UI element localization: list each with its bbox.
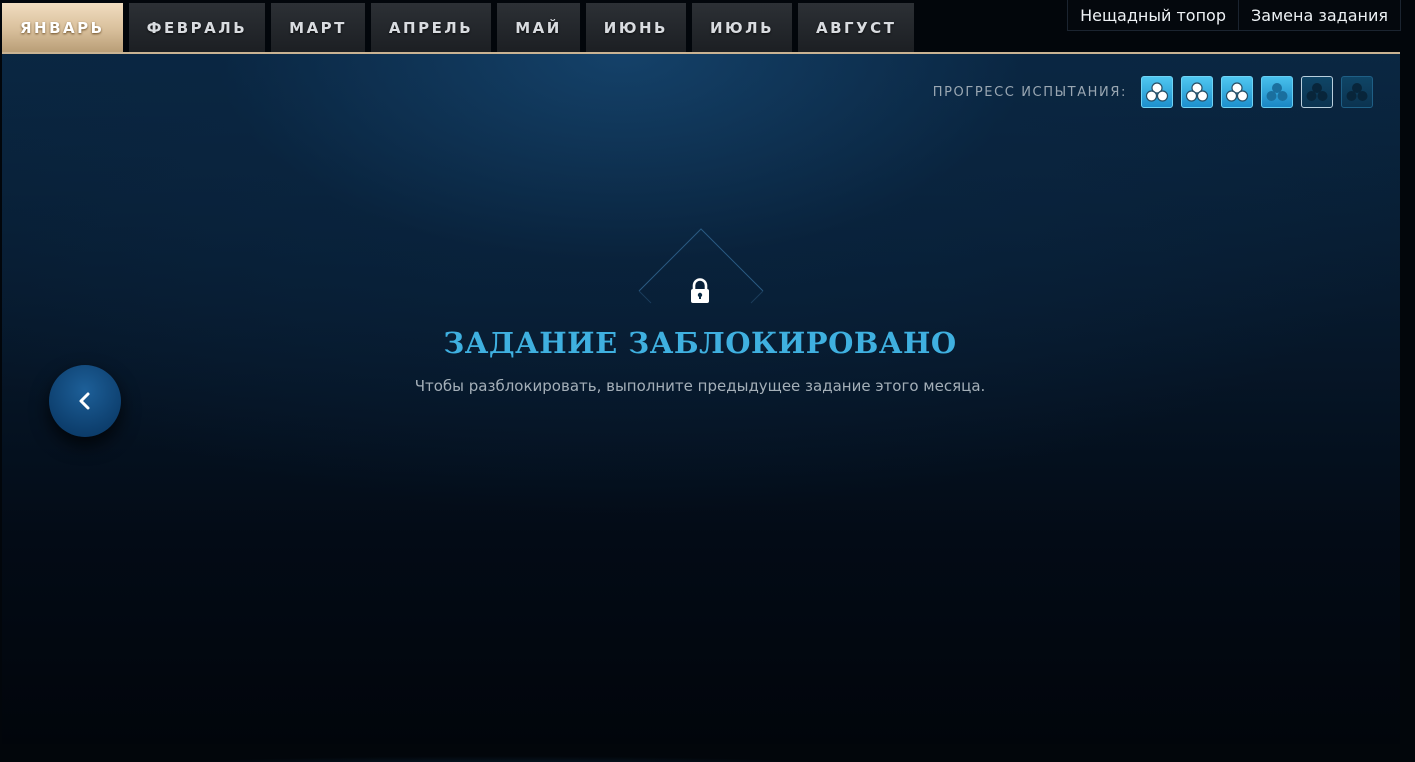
locked-description: Чтобы разблокировать, выполните предыдущ… (414, 377, 986, 395)
back-button[interactable] (49, 365, 121, 437)
clover-icon (1185, 82, 1209, 102)
clover-icon (1225, 82, 1249, 102)
progress-step-6[interactable] (1341, 76, 1373, 108)
merciless-axe-button[interactable]: Нещадный топор (1068, 0, 1238, 30)
tab-april[interactable]: АПРЕЛЬ (370, 3, 492, 52)
tab-february[interactable]: ФЕВРАЛЬ (128, 3, 266, 52)
challenge-progress: ПРОГРЕСС ИСПЫТАНИЯ: (933, 76, 1373, 108)
replace-quest-button[interactable]: Замена задания (1238, 0, 1400, 30)
tab-july[interactable]: ИЮЛЬ (691, 3, 793, 52)
clover-icon (1306, 83, 1328, 101)
progress-label: ПРОГРЕСС ИСПЫТАНИЯ: (932, 84, 1127, 100)
tab-august[interactable]: АВГУСТ (798, 3, 915, 52)
progress-step-1[interactable] (1141, 76, 1173, 108)
lock-icon (691, 278, 709, 303)
progress-step-5[interactable] (1301, 76, 1333, 108)
chevron-left-icon (79, 392, 90, 410)
quest-screen: ЯНВАРЬ ФЕВРАЛЬ МАРТ АПРЕЛЬ МАЙ ИЮНЬ ИЮЛЬ… (0, 0, 1415, 762)
bottom-glow (60, 744, 940, 762)
tab-march[interactable]: МАРТ (271, 3, 365, 52)
progress-step-3[interactable] (1221, 76, 1253, 108)
progress-step-2[interactable] (1181, 76, 1213, 108)
quest-panel (2, 52, 1400, 744)
progress-step-4[interactable] (1261, 76, 1293, 108)
tab-may[interactable]: МАЙ (497, 3, 580, 52)
month-tabs: ЯНВАРЬ ФЕВРАЛЬ МАРТ АПРЕЛЬ МАЙ ИЮНЬ ИЮЛЬ… (0, 0, 915, 52)
top-options: Нещадный топор Замена задания (1067, 0, 1401, 31)
progress-icons (1141, 76, 1373, 108)
clover-icon (1145, 82, 1169, 102)
locked-title: ЗАДАНИЕ ЗАБЛОКИРОВАНО (443, 326, 957, 360)
tab-june[interactable]: ИЮНЬ (585, 3, 686, 52)
tab-january[interactable]: ЯНВАРЬ (2, 3, 123, 52)
clover-icon (1266, 83, 1288, 101)
clover-icon (1346, 83, 1368, 101)
